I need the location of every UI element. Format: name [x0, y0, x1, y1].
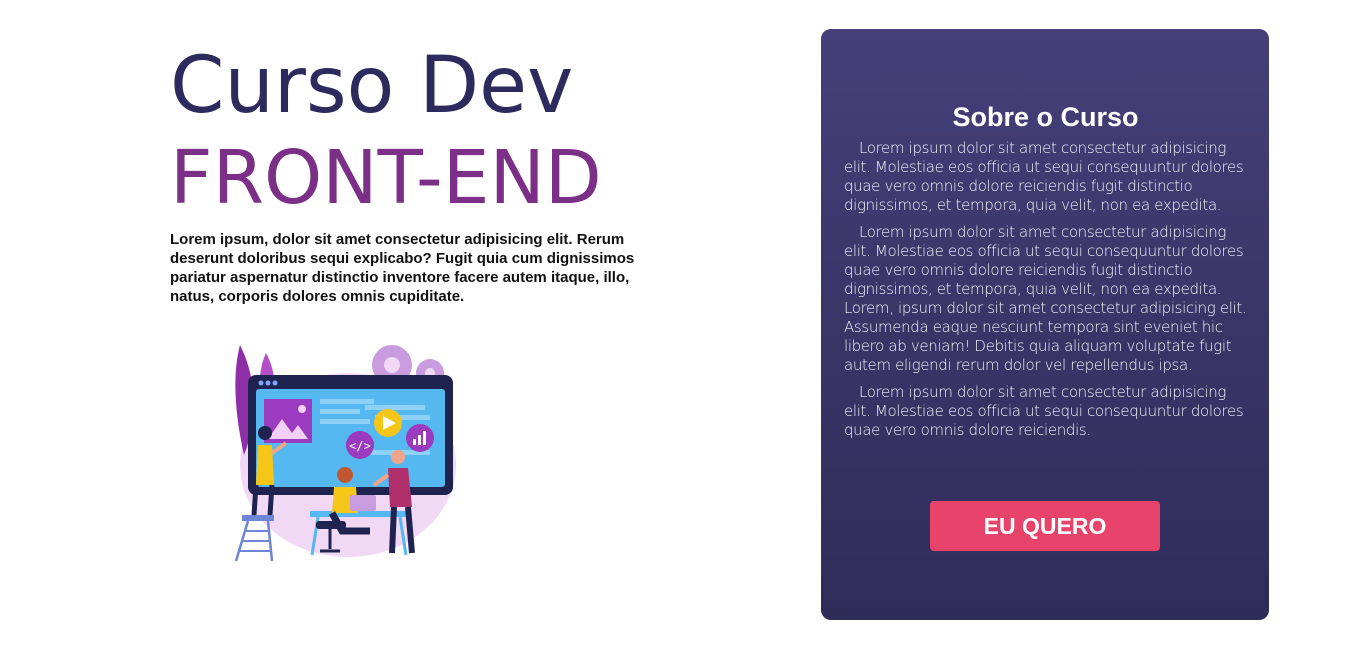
- eu-quero-button[interactable]: EU QUERO: [930, 501, 1160, 551]
- hero-section: Curso Dev FRONT-END Lorem ipsum, dolor s…: [170, 40, 650, 306]
- hero-title-line1: Curso Dev: [170, 41, 574, 131]
- about-paragraph-1: Lorem ipsum dolor sit amet consectetur a…: [844, 139, 1244, 214]
- about-course-title: Sobre o Curso: [952, 102, 1139, 132]
- about-paragraph-2: Lorem ipsum dolor sit amet consectetur a…: [844, 223, 1247, 374]
- hero-title-line2: FRONT-END: [170, 135, 602, 221]
- developers-illustration-icon: </>: [230, 335, 460, 565]
- about-course-card: Sobre o Curso Lorem ipsum dolor sit amet…: [821, 29, 1269, 620]
- hero-intro-text: Lorem ipsum, dolor sit amet consectetur …: [170, 231, 635, 305]
- about-paragraph-3: Lorem ipsum dolor sit amet consectetur a…: [844, 383, 1244, 439]
- svg-text:</>: </>: [349, 439, 371, 453]
